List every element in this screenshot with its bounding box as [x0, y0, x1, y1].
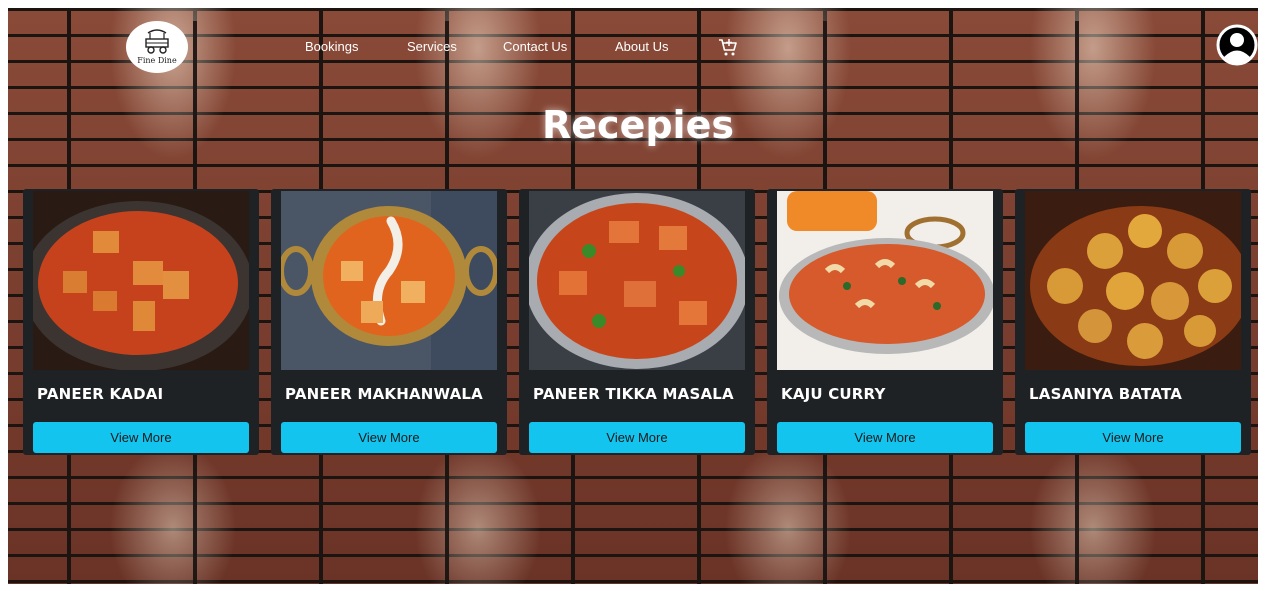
paneer-tikka-masala-image	[529, 191, 745, 370]
page-title: Recepies	[542, 103, 734, 147]
lasaniya-batata-image	[1025, 191, 1241, 370]
logo[interactable]: Fine Dine	[126, 21, 188, 73]
recipe-image[interactable]	[33, 191, 249, 370]
view-more-button[interactable]: View More	[1025, 422, 1241, 453]
navbar: Fine Dine Bookings Services Contact Us A…	[8, 8, 1258, 83]
nav-services[interactable]: Services	[407, 39, 457, 54]
profile-icon[interactable]	[1216, 24, 1258, 66]
nav-bookings[interactable]: Bookings	[305, 39, 358, 54]
recipe-title: PANEER MAKHANWALA	[285, 385, 483, 403]
view-more-button[interactable]: View More	[777, 422, 993, 453]
recipe-card: PANEER TIKKA MASALA View More	[519, 189, 755, 455]
recipe-image[interactable]	[777, 191, 993, 370]
cart-icon[interactable]	[718, 37, 738, 57]
recipe-image[interactable]	[281, 191, 497, 370]
recipe-card: PANEER KADAI View More	[23, 189, 259, 455]
view-more-button[interactable]: View More	[33, 422, 249, 453]
recipe-image[interactable]	[529, 191, 745, 370]
recipe-title: PANEER TIKKA MASALA	[533, 385, 734, 403]
recipe-card-list: PANEER KADAI View More PANEER MAKHANWALA…	[23, 189, 1253, 459]
recipe-card: PANEER MAKHANWALA View More	[271, 189, 507, 455]
view-more-button[interactable]: View More	[281, 422, 497, 453]
paneer-makhanwala-image	[281, 191, 497, 370]
logo-text: Fine Dine	[137, 56, 177, 65]
kaju-curry-image	[777, 191, 993, 370]
food-cart-icon	[145, 29, 169, 54]
recipe-title: PANEER KADAI	[37, 385, 164, 403]
view-more-button[interactable]: View More	[529, 422, 745, 453]
nav-contact-us[interactable]: Contact Us	[503, 39, 567, 54]
recipe-card: LASANIYA BATATA View More	[1015, 189, 1251, 455]
recipe-title: LASANIYA BATATA	[1029, 385, 1183, 403]
recipe-card: KAJU CURRY View More	[767, 189, 1003, 455]
recipe-image[interactable]	[1025, 191, 1241, 370]
app-frame: Fine Dine Bookings Services Contact Us A…	[8, 8, 1258, 584]
recipe-title: KAJU CURRY	[781, 385, 886, 403]
nav-about-us[interactable]: About Us	[615, 39, 668, 54]
paneer-kadai-image	[33, 191, 249, 370]
